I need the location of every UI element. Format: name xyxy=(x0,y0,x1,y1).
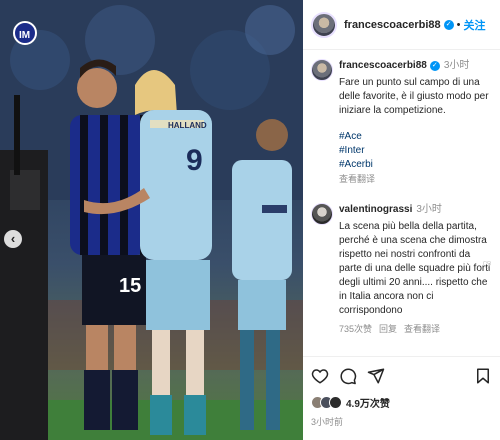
hashtag-link[interactable]: #Inter xyxy=(339,144,492,158)
verified-icon: ✓ xyxy=(429,61,440,71)
left-player-number: 15 xyxy=(119,275,141,297)
heart-icon[interactable] xyxy=(311,367,329,385)
comment-likes[interactable]: 735次赞 xyxy=(339,324,372,334)
caption: francescoacerbi88 ✓ 3小时 Fare un punto sul … xyxy=(311,59,492,186)
separator-dot: • xyxy=(456,18,461,31)
commenter-avatar[interactable] xyxy=(311,203,333,225)
photo-scene: 15 HALLAND 9 IM xyxy=(0,0,303,440)
right-player-back-number: 9 xyxy=(186,144,203,177)
post-header: francescoacerbi88 ✓ • 关注 xyxy=(303,0,500,50)
comment-text: La scena più bella della partita, perché… xyxy=(339,221,491,316)
caption-text: Fare un punto sul campo di una delle fav… xyxy=(339,77,489,116)
author-avatar[interactable] xyxy=(311,11,337,38)
bookmark-icon[interactable] xyxy=(474,367,492,385)
likes-count[interactable]: 4.9万次赞 xyxy=(346,395,390,410)
hashtag-link[interactable]: #Acerbi xyxy=(339,158,492,172)
caption-time[interactable]: 3小时 xyxy=(444,60,470,71)
actions-bar: 4.9万次赞 3小时前 xyxy=(303,356,500,440)
comments-section[interactable]: francescoacerbi88 ✓ 3小时 Fare un punto sul … xyxy=(303,51,500,355)
reply-button[interactable]: 回复 xyxy=(379,324,397,334)
comment-translate-link[interactable]: 查看翻译 xyxy=(404,324,440,334)
chevron-left-icon[interactable]: ‹ xyxy=(4,230,22,248)
caption-username[interactable]: francescoacerbi88 xyxy=(339,60,427,71)
comment-time[interactable]: 3小时 xyxy=(416,204,442,215)
commenter-username[interactable]: valentinograssi xyxy=(339,204,412,215)
follow-button[interactable]: 关注 xyxy=(463,17,485,33)
caption-translate-link[interactable]: 查看翻译 xyxy=(339,172,492,186)
liker-avatars[interactable] xyxy=(311,395,342,409)
author-username[interactable]: francescoacerbi88 xyxy=(344,19,441,31)
post-side-panel: francescoacerbi88 ✓ • 关注 francescoacerbi… xyxy=(303,0,500,440)
comment-item: valentinograssi 3小时 La scena più bella de… xyxy=(311,203,492,336)
likes-row: 4.9万次赞 xyxy=(311,394,492,410)
svg-text:IM: IM xyxy=(19,30,30,41)
comment-like-heart-icon[interactable]: ♡ xyxy=(482,259,492,272)
caption-avatar[interactable] xyxy=(311,59,333,81)
post-photo: 15 HALLAND 9 IM ‹ xyxy=(0,0,303,440)
hashtag-link[interactable]: #Ace xyxy=(339,130,492,144)
share-icon[interactable] xyxy=(367,367,385,385)
right-player-name: HALLAND xyxy=(168,121,207,130)
verified-icon: ✓ xyxy=(443,19,454,30)
post-time[interactable]: 3小时前 xyxy=(311,415,492,428)
comment-meta: 735次赞 回复 查看翻译 xyxy=(339,322,492,336)
comment-icon[interactable] xyxy=(339,367,357,385)
